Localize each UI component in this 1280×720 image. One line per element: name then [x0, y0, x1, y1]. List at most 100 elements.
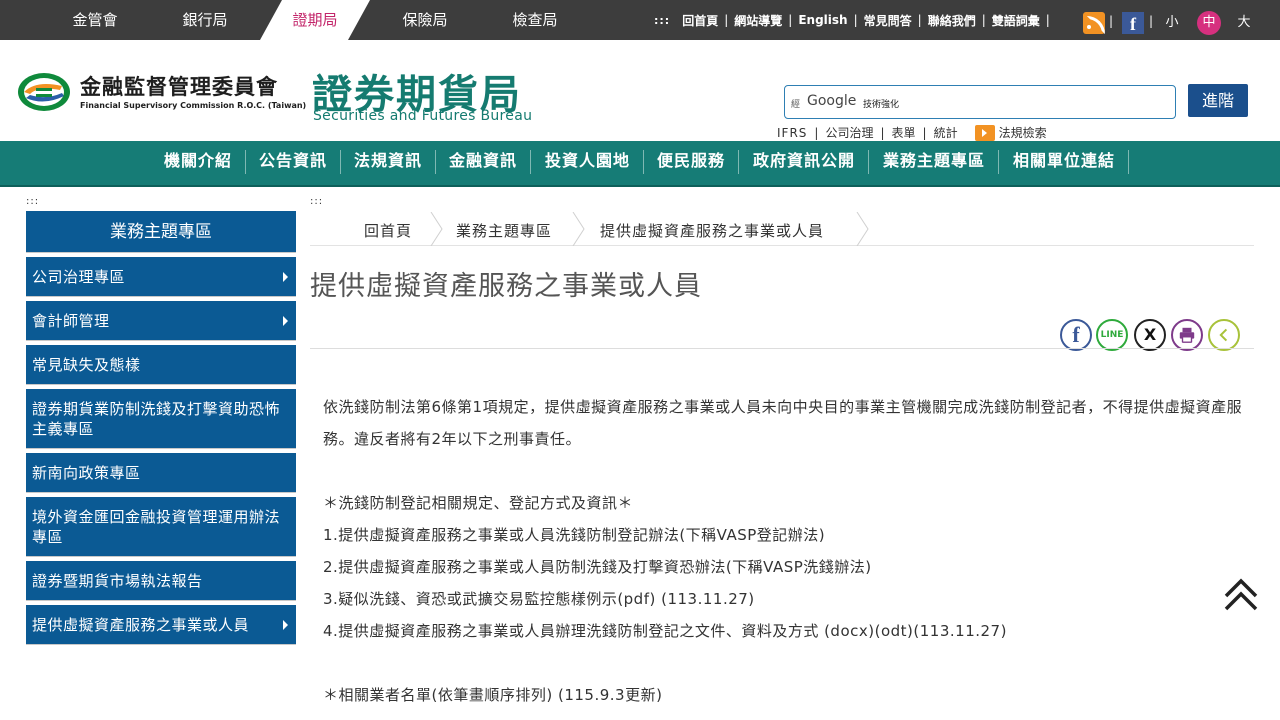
- google-logo: Google: [807, 93, 857, 109]
- agency-tab-examination[interactable]: 檢查局: [480, 0, 590, 40]
- sidebar-item-common-deficiencies[interactable]: 常見缺失及態樣: [26, 345, 296, 385]
- fsc-logo-icon[interactable]: [16, 72, 72, 112]
- nav-item-regulations[interactable]: 法規資訊: [354, 141, 422, 185]
- nav-item-open-government[interactable]: 政府資訊公開: [753, 141, 855, 185]
- agency-tab-bank[interactable]: 銀行局: [150, 0, 260, 40]
- nav-divider: [435, 150, 436, 174]
- nav-divider: [868, 150, 869, 174]
- link-glossary[interactable]: 雙語詞彙: [992, 12, 1040, 29]
- quick-link-governance[interactable]: 公司治理: [825, 124, 873, 141]
- rss-icon[interactable]: [1083, 12, 1105, 34]
- nav-divider: [738, 150, 739, 174]
- sidebar-item-enforcement-report[interactable]: 證券暨期貨市場執法報告: [26, 561, 296, 601]
- breadcrumb-chevron-icon: [430, 212, 443, 246]
- page-title: 提供虛擬資產服務之事業或人員: [310, 271, 702, 302]
- sidebar-title: 業務主題專區: [26, 211, 296, 253]
- link-english[interactable]: English: [798, 13, 847, 27]
- link-separator: |: [981, 13, 986, 27]
- list-item[interactable]: 4.提供虛擬資產服務之事業或人員辦理洗錢防制登記之文件、資料及方式 (docx)…: [323, 615, 1247, 647]
- link-faq[interactable]: 常見問答: [864, 12, 912, 29]
- sidebar-item-label: 會計師管理: [32, 311, 110, 330]
- agency-tab-fsc[interactable]: 金管會: [40, 0, 150, 40]
- intro-paragraph: 依洗錢防制法第6條第1項規定，提供虛擬資產服務之事業或人員未向中央目的事業主管機…: [323, 398, 1243, 448]
- font-size-medium-button[interactable]: 中: [1197, 11, 1221, 35]
- link-sitemap[interactable]: 網站導覽: [734, 12, 782, 29]
- sidebar-item-label: 新南向政策專區: [32, 463, 141, 482]
- sidebar-item-new-southbound[interactable]: 新南向政策專區: [26, 453, 296, 493]
- print-icon[interactable]: [1171, 319, 1203, 351]
- agency-tab-sfb[interactable]: 證期局: [260, 0, 370, 40]
- search-input[interactable]: [863, 95, 1163, 111]
- link-separator: |: [814, 125, 819, 140]
- quick-link-ifrs[interactable]: IFRS: [777, 126, 807, 140]
- facebook-share-glyph: f: [1072, 322, 1080, 347]
- link-separator: |: [724, 13, 729, 27]
- line-share-icon[interactable]: LINE: [1096, 319, 1128, 351]
- list-item[interactable]: 2.提供虛擬資產服務之事業或人員防制洗錢及打擊資恐辦法(下稱VASP洗錢辦法): [323, 551, 1247, 583]
- nav-divider: [340, 150, 341, 174]
- nav-divider: [245, 150, 246, 174]
- top-bar: 金管會 銀行局 證期局 保險局 檢查局 ::: 回首頁 | 網站導覽 | Eng…: [0, 0, 1280, 40]
- search-box[interactable]: 經 Google: [784, 85, 1176, 119]
- link-home[interactable]: 回首頁: [682, 12, 718, 29]
- content-divider: [310, 348, 1254, 349]
- sidebar-item-label: 證券暨期貨市場執法報告: [32, 571, 203, 590]
- quick-links: IFRS | 公司治理 | 表單 | 統計 法規檢索: [777, 124, 1047, 141]
- link-separator: |: [880, 125, 885, 140]
- list-item[interactable]: 3.疑似洗錢、資恐或武擴交易監控態樣例示(pdf) (113.11.27): [323, 583, 1247, 615]
- nav-item-about[interactable]: 機關介紹: [164, 141, 232, 185]
- sidebar-item-label: 提供虛擬資產服務之事業或人員: [32, 615, 250, 634]
- advanced-search-button[interactable]: 進階: [1188, 84, 1248, 117]
- link-separator: |: [922, 125, 927, 140]
- line-share-glyph: LINE: [1100, 330, 1124, 340]
- nav-item-public-services[interactable]: 便民服務: [657, 141, 725, 185]
- facebook-share-icon[interactable]: f: [1060, 319, 1092, 351]
- nav-divider: [998, 150, 999, 174]
- list-item[interactable]: 1.提供虛擬資產服務之事業或人員洗錢防制登記辦法(下稱VASP登記辦法): [323, 519, 1247, 551]
- sidebar-item-label: 證券期貨業防制洗錢及打擊資助恐怖主義專區: [32, 399, 281, 438]
- chevron-right-icon: [283, 315, 288, 326]
- fsc-name-en: Financial Supervisory Commission R.O.C. …: [80, 101, 307, 110]
- breadcrumb-current: 提供虛擬資產服務之事業或人員: [600, 222, 825, 240]
- sidebar-accesskey[interactable]: :::: [26, 196, 39, 207]
- content-accesskey[interactable]: :::: [310, 196, 323, 207]
- breadcrumb-business-topics[interactable]: 業務主題專區: [456, 220, 552, 241]
- chevron-right-icon: [283, 619, 288, 630]
- link-separator: |: [917, 13, 922, 27]
- search-prefix: 經: [791, 100, 801, 110]
- nav-item-announcements[interactable]: 公告資訊: [259, 141, 327, 185]
- font-size-small-button[interactable]: 小: [1160, 11, 1184, 35]
- link-separator: |: [1149, 14, 1154, 28]
- play-arrow-icon: [974, 124, 995, 141]
- sidebar-item-vasp[interactable]: 提供虛擬資產服務之事業或人員: [26, 605, 296, 645]
- back-icon[interactable]: [1208, 319, 1240, 351]
- law-search-link[interactable]: 法規檢索: [999, 124, 1047, 141]
- nav-divider: [643, 150, 644, 174]
- sidebar-item-aml-cft[interactable]: 證券期貨業防制洗錢及打擊資助恐怖主義專區: [26, 389, 296, 449]
- nav-item-related-links[interactable]: 相關單位連結: [1013, 141, 1115, 185]
- quick-link-statistics[interactable]: 統計: [934, 124, 958, 141]
- breadcrumb-home[interactable]: 回首頁: [364, 220, 412, 241]
- back-to-top-icon[interactable]: [1222, 576, 1260, 614]
- nav-item-investor-zone[interactable]: 投資人園地: [545, 141, 630, 185]
- accesskey-dots: :::: [654, 13, 671, 27]
- link-separator: |: [853, 13, 858, 27]
- font-size-large-button[interactable]: 大: [1232, 11, 1256, 35]
- breadcrumb-chevron-icon: [572, 212, 585, 246]
- x-share-icon[interactable]: X: [1134, 319, 1166, 351]
- x-share-glyph: X: [1143, 325, 1157, 344]
- facebook-icon[interactable]: f: [1122, 12, 1144, 34]
- quick-link-forms[interactable]: 表單: [892, 124, 916, 141]
- sidebar-item-corporate-governance[interactable]: 公司治理專區: [26, 257, 296, 297]
- nav-item-business-topics[interactable]: 業務主題專區: [883, 141, 985, 185]
- nav-divider: [1128, 150, 1129, 174]
- sidebar-item-offshore-funds[interactable]: 境外資金匯回金融投資管理運用辦法專區: [26, 497, 296, 557]
- link-contact[interactable]: 聯絡我們: [928, 12, 976, 29]
- nav-item-financial-info[interactable]: 金融資訊: [449, 141, 517, 185]
- agency-tab-insurance[interactable]: 保險局: [370, 0, 480, 40]
- link-separator: |: [788, 13, 793, 27]
- sidebar-item-cpa-management[interactable]: 會計師管理: [26, 301, 296, 341]
- fsc-name[interactable]: 金融監督管理委員會: [80, 71, 278, 101]
- bureau-name-en: Securities and Futures Bureau: [313, 108, 533, 124]
- link-separator: |: [1045, 13, 1050, 27]
